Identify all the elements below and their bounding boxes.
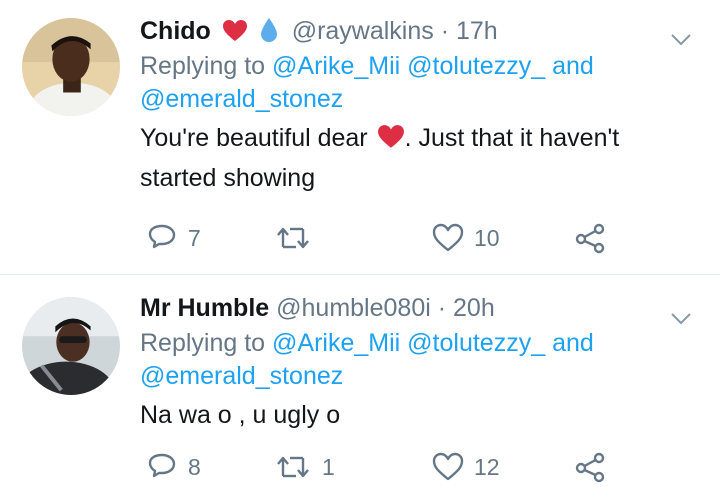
reply-button[interactable]: 8 [146,450,201,484]
reply-button[interactable]: 7 [146,221,201,255]
mention-link[interactable]: @emerald_stonez [140,85,343,113]
tweet-actions: 7 10 [140,221,640,255]
author-handle[interactable]: @humble080i [276,294,431,322]
retweet-icon [274,452,312,482]
share-icon [574,222,606,254]
tweet-card[interactable]: Chido @raywalkins · 17h Replying to @Ari… [0,0,720,275]
share-button[interactable] [574,450,606,484]
replying-to: Replying to @Arike_Mii @tolutezzy_ and @… [140,50,700,116]
timestamp[interactable]: 17h [456,17,498,45]
heart-icon [432,223,464,253]
replying-label: Replying to [140,329,266,357]
mention-link[interactable]: @Arike_Mii [272,52,400,80]
tweet-content: Mr Humble @humble080i · 20h Replying to … [140,285,700,433]
avatar[interactable] [22,18,120,116]
reply-count: 7 [188,224,201,251]
tweet-text-part: You're beautiful dear [140,124,368,152]
replying-to: Replying to @Arike_Mii @tolutezzy_ and @… [140,327,700,393]
mention-link[interactable]: @emerald_stonez [140,362,343,390]
like-button[interactable]: 10 [432,221,500,255]
tweet-text: You're beautiful dear . Just that it hav… [140,120,700,196]
retweet-button[interactable] [274,221,322,255]
tweet-header: Chido @raywalkins · 17h [140,8,700,54]
separator-dot: · [437,294,447,322]
reply-icon [146,451,178,483]
mention-link[interactable]: @tolutezzy_ [407,52,545,80]
mention-link[interactable]: @tolutezzy_ [407,329,545,357]
red-heart-icon [377,124,405,160]
chevron-down-icon[interactable] [668,26,694,52]
heart-icon [432,452,464,482]
retweet-button[interactable]: 1 [274,450,335,484]
chevron-down-icon[interactable] [668,305,694,331]
author-name[interactable]: Chido [140,17,211,45]
separator-dot: · [440,17,450,45]
replying-label: Replying to [140,52,266,80]
mention-link[interactable]: @Arike_Mii [272,329,400,357]
author-name[interactable]: Mr Humble [140,294,269,322]
like-count: 10 [474,224,500,251]
mention-conjunction[interactable]: and [552,329,594,357]
tweet-card[interactable]: Mr Humble @humble080i · 20h Replying to … [0,275,720,504]
tweet-header: Mr Humble @humble080i · 20h [140,285,700,331]
retweet-icon [274,223,312,253]
tweet-actions: 8 1 12 [140,450,640,484]
share-icon [574,451,606,483]
tweet-content: Chido @raywalkins · 17h Replying to @Ari… [140,8,700,196]
reply-count: 8 [188,453,201,480]
share-button[interactable] [574,221,606,255]
like-count: 12 [474,453,500,480]
avatar[interactable] [22,297,120,395]
mention-conjunction[interactable]: and [552,52,594,80]
tweet-text: Na wa o , u ugly o [140,401,341,429]
like-button[interactable]: 12 [432,450,500,484]
timestamp[interactable]: 20h [453,294,495,322]
retweet-count: 1 [322,453,335,480]
author-handle[interactable]: @raywalkins [292,17,434,45]
reply-icon [146,222,178,254]
